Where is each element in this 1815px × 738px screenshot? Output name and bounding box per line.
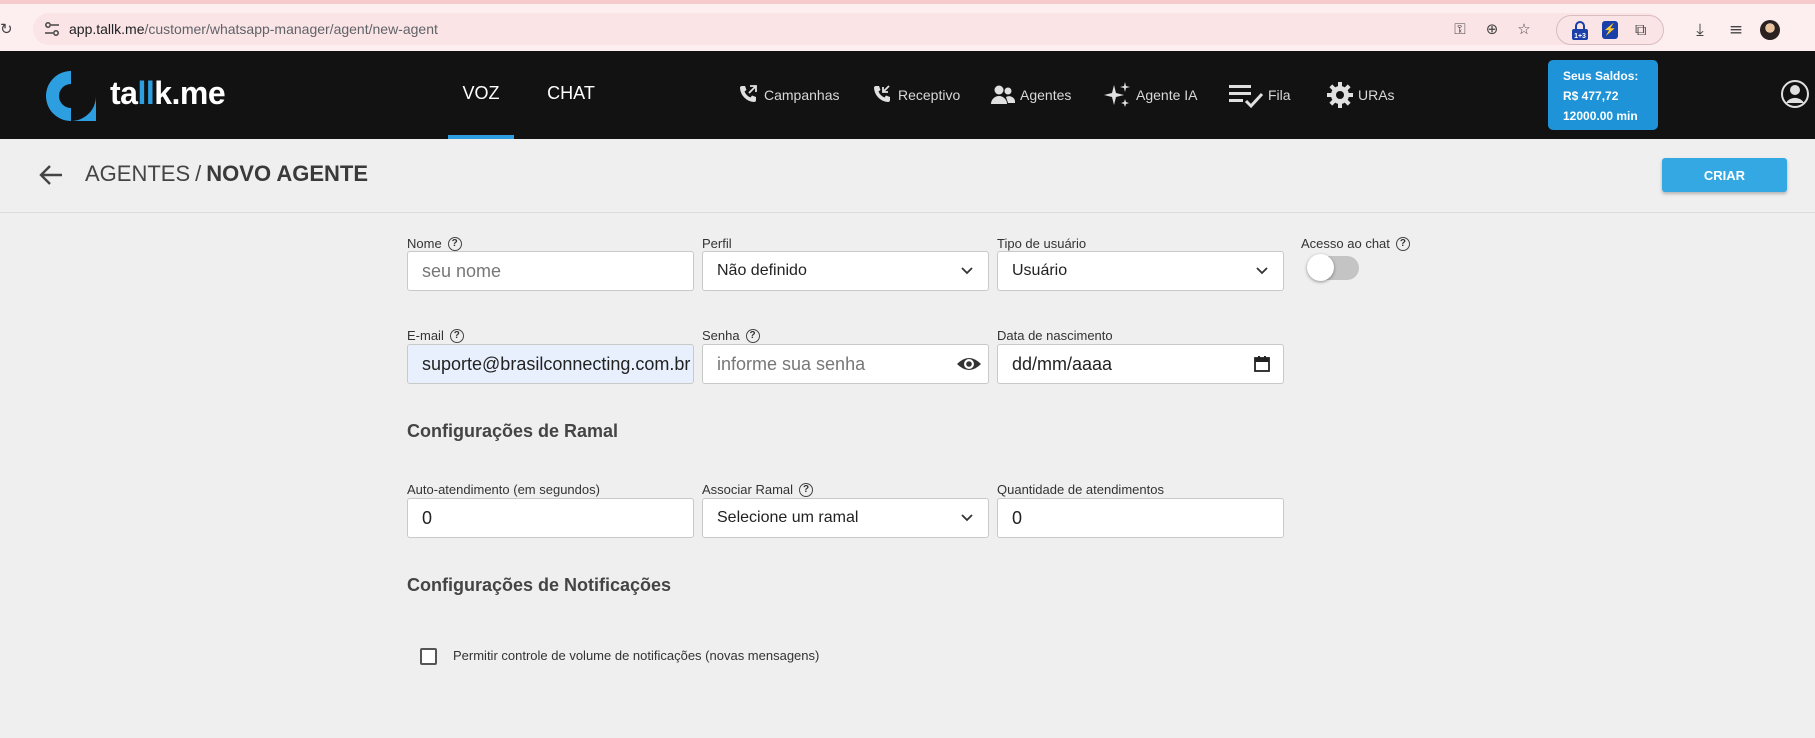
criar-button[interactable]: CRIAR [1662, 158, 1787, 192]
nav-agentes[interactable]: Agentes [990, 79, 1071, 111]
nav-uras[interactable]: URAs [1326, 79, 1395, 111]
reload-icon[interactable]: ↻ [0, 20, 14, 38]
nav-campanhas[interactable]: Campanhas [736, 79, 840, 111]
toggle-knob [1307, 254, 1334, 281]
calendar-icon[interactable] [1253, 355, 1271, 373]
help-icon[interactable]: ? [1395, 236, 1410, 251]
senha-label: Senha? [702, 328, 760, 343]
tab-voz[interactable]: VOZ [448, 51, 514, 139]
associar-ramal-select[interactable]: Selecione um ramal [702, 498, 989, 538]
help-icon[interactable]: ? [447, 236, 462, 251]
email-label: E-mail? [407, 328, 464, 343]
puzzle-extensions-icon[interactable]: ⧉ [1635, 21, 1653, 39]
logo-text: tallk.me [110, 75, 226, 111]
nav-receptivo[interactable]: Receptivo [870, 79, 960, 111]
users-icon [991, 85, 1016, 104]
nav-agente-ia[interactable]: Agente IA [1102, 79, 1198, 111]
browser-profile-avatar[interactable] [1760, 20, 1780, 40]
bookmark-star-icon[interactable]: ☆ [1515, 20, 1533, 38]
logo-mark-icon [46, 71, 96, 121]
breadcrumb-parent[interactable]: AGENTES [85, 161, 190, 186]
eye-icon[interactable] [956, 353, 982, 375]
balance-card[interactable]: Seus Saldos: R$ 477,72 12000.00 min [1548, 60, 1658, 130]
tab-chat[interactable]: CHAT [540, 51, 602, 139]
breadcrumb: AGENTES / NOVO AGENTE [85, 161, 368, 187]
back-arrow-icon[interactable] [38, 162, 64, 188]
nome-label: Nome? [407, 236, 462, 251]
sparkles-icon [1104, 82, 1130, 107]
auto-atendimento-label: Auto-atendimento (em segundos) [407, 482, 600, 497]
ramal-section-title: Configurações de Ramal [407, 421, 619, 441]
key-icon[interactable]: ⚿ [1451, 20, 1469, 38]
acesso-chat-toggle[interactable] [1307, 252, 1359, 281]
quantidade-label: Quantidade de atendimentos [997, 482, 1164, 497]
breadcrumb-current: NOVO AGENTE [206, 161, 369, 186]
email-input[interactable]: suporte@brasilconnecting.com.br [407, 344, 694, 384]
data-nascimento-input[interactable]: dd/mm/aaaa [997, 344, 1284, 384]
notif-section-title: Configurações de Notificações [407, 575, 672, 595]
acesso-chat-label: Acesso ao chat? [1301, 236, 1410, 251]
site-settings-icon[interactable] [44, 22, 60, 36]
extensions-group: 1+3 ⚡ ⧉ [1556, 15, 1664, 45]
url-text[interactable]: app.tallk.me/customer/whatsapp-manager/a… [69, 21, 438, 37]
tipo-usuario-select[interactable]: Usuário [997, 251, 1284, 291]
phone-incoming-icon [874, 85, 890, 102]
media-control-icon[interactable]: ≡ [1726, 20, 1746, 40]
extension-badge: 1+3 [1574, 33, 1586, 40]
notif-volume-checkbox[interactable] [420, 648, 437, 665]
nav-fila[interactable]: Fila [1228, 79, 1291, 111]
tallkme-logo[interactable]: tallk.me [42, 67, 242, 127]
page-header: AGENTES / NOVO AGENTE CRIAR [0, 139, 1815, 213]
chevron-down-icon [961, 514, 973, 522]
balance-title: Seus Saldos: [1563, 69, 1639, 83]
checklist-icon [1229, 85, 1264, 109]
phone-outgoing-icon [740, 85, 757, 102]
address-bar[interactable]: app.tallk.me/customer/whatsapp-manager/a… [33, 13, 1663, 45]
nome-input[interactable]: seu nome [407, 251, 694, 291]
url-domain: app.tallk.me [69, 21, 145, 37]
app-header: tallk.me VOZ CHAT Campanhas Receptivo Ag… [0, 51, 1815, 139]
notif-volume-label[interactable]: Permitir controle de volume de notificaç… [453, 648, 819, 663]
browser-toolbar: ↻ app.tallk.me/customer/whatsapp-manager… [0, 0, 1815, 51]
chevron-down-icon [1256, 267, 1268, 275]
auto-atendimento-input[interactable]: 0 [407, 498, 694, 538]
tipo-usuario-label: Tipo de usuário [997, 236, 1087, 251]
url-path: /customer/whatsapp-manager/agent/new-age… [144, 21, 438, 37]
bolt-extension-icon[interactable]: ⚡ [1602, 21, 1618, 39]
password-extension-icon[interactable]: 1+3 [1570, 21, 1590, 41]
help-icon[interactable]: ? [799, 482, 814, 497]
data-nascimento-label: Data de nascimento [997, 328, 1113, 343]
quantidade-input[interactable]: 0 [997, 498, 1284, 538]
associar-ramal-label: Associar Ramal? [702, 482, 814, 497]
help-icon[interactable]: ? [449, 328, 464, 343]
balance-minutes: 12000.00 min [1563, 109, 1638, 123]
user-account-icon[interactable] [1780, 79, 1810, 109]
chevron-down-icon [961, 267, 973, 275]
senha-input[interactable]: informe sua senha [702, 344, 989, 384]
help-icon[interactable]: ? [745, 328, 760, 343]
perfil-select[interactable]: Não definido [702, 251, 989, 291]
download-icon[interactable]: ⤓ [1690, 20, 1710, 40]
balance-money: R$ 477,72 [1563, 89, 1619, 103]
perfil-label: Perfil [702, 236, 732, 251]
gear-icon [1327, 82, 1353, 108]
breadcrumb-separator: / [195, 161, 202, 186]
zoom-icon[interactable]: ⊕ [1483, 20, 1501, 38]
